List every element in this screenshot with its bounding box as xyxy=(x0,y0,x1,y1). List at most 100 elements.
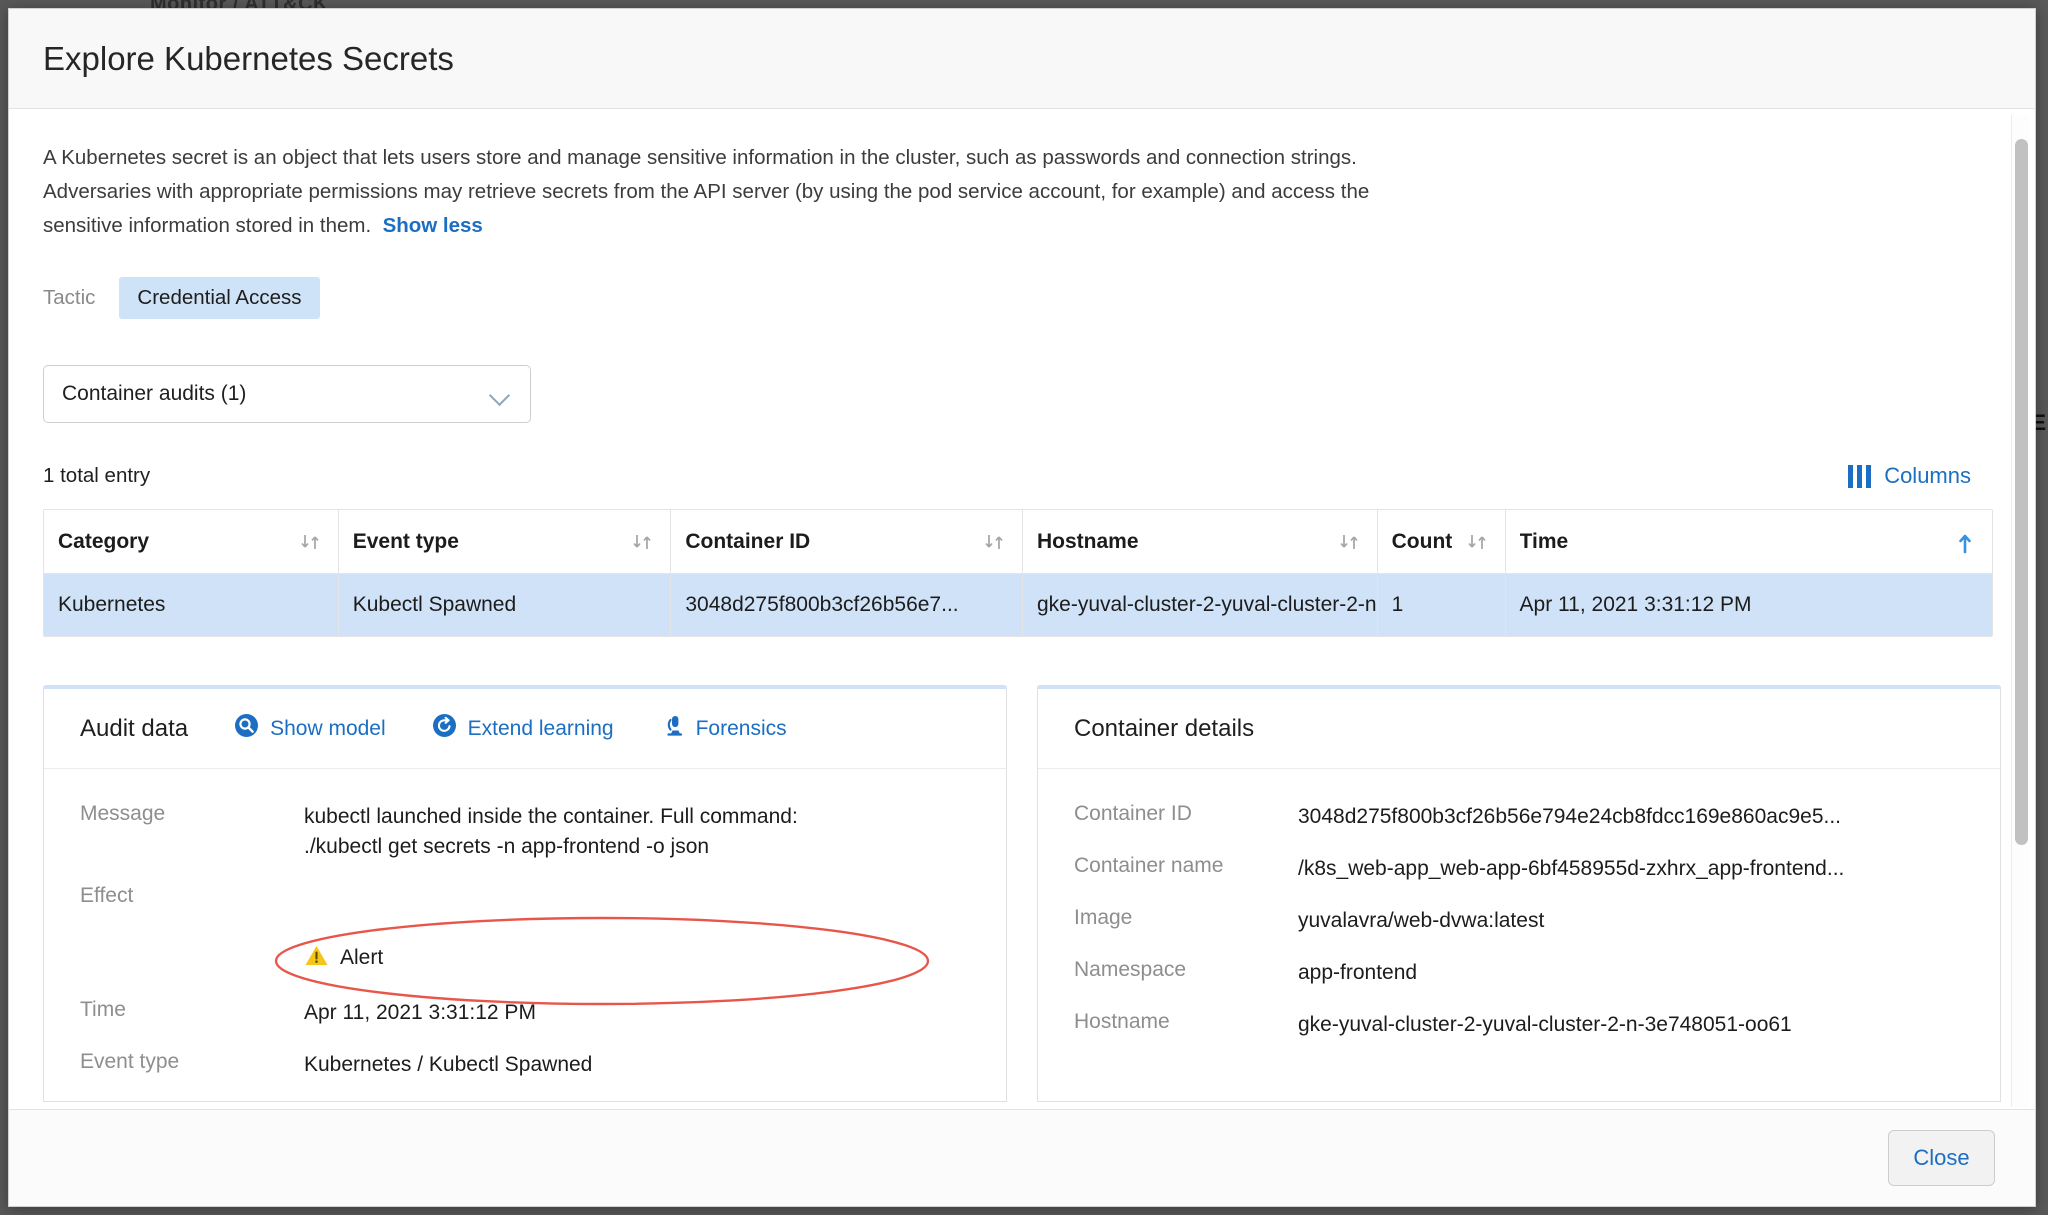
field-container-name-value: /k8s_web-app_web-app-6bf458955d-zxhrx_ap… xyxy=(1298,857,1845,880)
sort-icon-hostname[interactable] xyxy=(1337,531,1363,553)
extend-learning-button[interactable]: Extend learning xyxy=(432,713,614,744)
column-header-container-id-label: Container ID xyxy=(685,529,811,553)
field-image: Image yuvalavra/web-dvwa:latest xyxy=(1074,895,1964,947)
container-audits-select[interactable]: Container audits (1) xyxy=(43,365,531,423)
sort-icon-event-type[interactable] xyxy=(630,531,656,553)
scrollbar-thumb[interactable] xyxy=(2015,139,2028,845)
cell-count: 1 xyxy=(1377,574,1506,636)
field-image-value: yuvalavra/web-dvwa:latest xyxy=(1298,909,1545,932)
column-header-count[interactable]: Count xyxy=(1377,510,1506,574)
field-container-name-key: Container name xyxy=(1074,854,1224,877)
sort-icon-count[interactable] xyxy=(1465,531,1491,553)
field-host-name-key: Hostname xyxy=(1074,1010,1170,1033)
container-details-panel-header: Container details xyxy=(1038,689,2000,769)
modal-footer: Close xyxy=(9,1109,2035,1206)
cell-category: Kubernetes xyxy=(44,574,339,636)
columns-button[interactable]: Columns xyxy=(1847,463,1971,489)
columns-button-label: Columns xyxy=(1884,463,1971,488)
column-header-time-label: Time xyxy=(1519,529,1569,553)
audit-data-panel-header: Audit data Show model Extend learning Fo… xyxy=(44,689,1006,769)
modal-scrollbar[interactable] xyxy=(2011,115,2029,1107)
container-details-panel: Container details Container ID 3048d275f… xyxy=(1037,685,2001,1102)
microscope-icon xyxy=(660,713,685,744)
cell-time: Apr 11, 2021 3:31:12 PM xyxy=(1505,574,1993,636)
tactic-row: Tactic Credential Access xyxy=(43,277,2001,319)
field-message-key: Message xyxy=(80,802,166,825)
forensics-button[interactable]: Forensics xyxy=(660,713,787,744)
field-time-value: Apr 11, 2021 3:31:12 PM xyxy=(304,1001,536,1024)
field-namespace: Namespace app-frontend xyxy=(1074,947,1964,999)
description-line-3-wrap: sensitive information stored in them. Sh… xyxy=(43,209,1403,243)
audit-filter-wrap: Container audits (1) xyxy=(43,365,2001,423)
field-container-id-value: 3048d275f800b3cf26b56e794e24cb8fdcc169e8… xyxy=(1298,805,1841,828)
refresh-circle-icon xyxy=(432,713,457,744)
detail-panels: Audit data Show model Extend learning Fo… xyxy=(43,685,2001,1102)
field-host-name-value: gke-yuval-cluster-2-yuval-cluster-2-n-3e… xyxy=(1298,1013,1792,1036)
audit-data-fields: Message kubectl launched inside the cont… xyxy=(44,769,1006,1101)
field-time: Time Apr 11, 2021 3:31:12 PM xyxy=(80,987,970,1039)
magnifier-circle-icon xyxy=(234,713,259,744)
cell-container-id: 3048d275f800b3cf26b56e7... xyxy=(671,574,1023,636)
show-model-button[interactable]: Show model xyxy=(234,713,386,744)
field-effect: Effect Alert xyxy=(80,873,970,987)
table-row[interactable]: Kubernetes Kubectl Spawned 3048d275f800b… xyxy=(44,574,1993,636)
tactic-label: Tactic xyxy=(43,286,96,309)
show-model-label: Show model xyxy=(270,716,386,740)
column-header-event-type[interactable]: Event type xyxy=(338,510,672,574)
cell-hostname: gke-yuval-cluster-2-yuval-cluster-2-n-3.… xyxy=(1023,574,1378,636)
column-header-category[interactable]: Category xyxy=(44,510,339,574)
column-header-hostname[interactable]: Hostname xyxy=(1023,510,1378,574)
sort-icon-time-ascending[interactable] xyxy=(1952,531,1978,553)
field-event-type: Event type Kubernetes / Kubectl Spawned xyxy=(80,1039,970,1091)
column-header-hostname-label: Hostname xyxy=(1037,529,1139,553)
field-image-key: Image xyxy=(1074,906,1133,929)
field-time-key: Time xyxy=(80,998,126,1021)
field-effect-key: Effect xyxy=(80,884,134,907)
container-audits-select-value: Container audits (1) xyxy=(62,382,247,405)
audits-table: Category Event type Container ID Hostnam… xyxy=(43,509,1993,637)
explore-kubernetes-secrets-modal: Explore Kubernetes Secrets A Kubernetes … xyxy=(8,8,2036,1207)
container-details-fields: Container ID 3048d275f800b3cf26b56e794e2… xyxy=(1038,769,2000,1061)
field-container-id-key: Container ID xyxy=(1074,802,1192,825)
forensics-label: Forensics xyxy=(695,716,787,740)
column-header-event-type-label: Event type xyxy=(352,529,459,553)
table-meta: 1 total entry Columns xyxy=(43,463,2001,489)
sort-icon-category[interactable] xyxy=(298,531,324,553)
chevron-down-icon xyxy=(490,388,512,401)
cell-event-type: Kubectl Spawned xyxy=(338,574,672,636)
columns-icon xyxy=(1847,464,1872,488)
field-namespace-key: Namespace xyxy=(1074,958,1187,981)
container-details-title: Container details xyxy=(1074,714,1255,742)
column-header-category-label: Category xyxy=(58,529,150,553)
field-container-name: Container name /k8s_web-app_web-app-6bf4… xyxy=(1074,843,1964,895)
column-header-time[interactable]: Time xyxy=(1505,510,1993,574)
table-header-row: Category Event type Container ID Hostnam… xyxy=(44,510,1993,574)
column-header-container-id[interactable]: Container ID xyxy=(671,510,1023,574)
column-header-count-label: Count xyxy=(1391,529,1453,553)
modal-body: A Kubernetes secret is an object that le… xyxy=(9,109,2035,1109)
total-entry-count: 1 total entry xyxy=(43,464,151,487)
tactic-chip-credential-access[interactable]: Credential Access xyxy=(119,277,320,319)
modal-header: Explore Kubernetes Secrets xyxy=(9,9,2035,109)
description-line-2: Adversaries with appropriate permissions… xyxy=(43,180,1370,203)
description-line-1: A Kubernetes secret is an object that le… xyxy=(43,146,1357,169)
warning-triangle-icon xyxy=(304,914,329,976)
page-title: Explore Kubernetes Secrets xyxy=(43,39,454,77)
description-line-3: sensitive information stored in them. xyxy=(43,214,372,237)
field-host-name: Hostname gke-yuval-cluster-2-yuval-clust… xyxy=(1074,999,1964,1051)
audit-data-panel: Audit data Show model Extend learning Fo… xyxy=(43,685,1007,1102)
field-effect-value-wrap: Alert xyxy=(304,884,383,976)
field-container-id: Container ID 3048d275f800b3cf26b56e794e2… xyxy=(1074,791,1964,843)
sort-icon-container-id[interactable] xyxy=(982,531,1008,553)
field-message-value: kubectl launched inside the container. F… xyxy=(304,805,798,858)
field-event-type-key: Event type xyxy=(80,1050,180,1073)
show-less-link[interactable]: Show less xyxy=(383,214,483,237)
field-message: Message kubectl launched inside the cont… xyxy=(80,791,970,873)
technique-description: A Kubernetes secret is an object that le… xyxy=(43,141,1403,243)
field-event-type-value: Kubernetes / Kubectl Spawned xyxy=(304,1053,593,1076)
audit-data-title: Audit data xyxy=(80,714,189,742)
close-button[interactable]: Close xyxy=(1888,1130,1995,1186)
field-effect-value: Alert xyxy=(340,946,384,969)
field-namespace-value: app-frontend xyxy=(1298,961,1418,984)
extend-learning-label: Extend learning xyxy=(467,716,614,740)
